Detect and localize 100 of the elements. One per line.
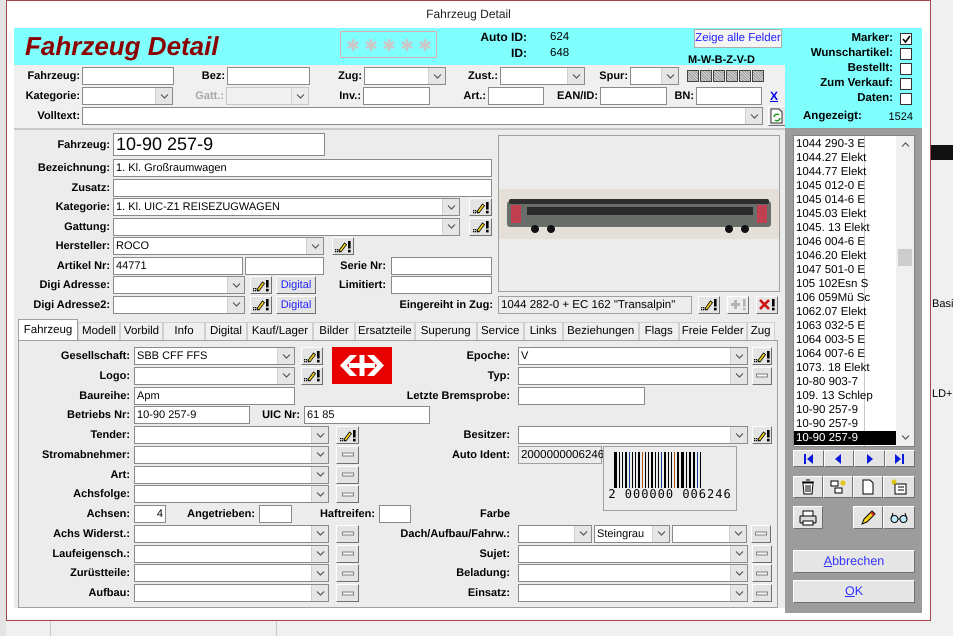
checkbox[interactable] (900, 92, 912, 104)
dropdown[interactable] (518, 584, 748, 602)
list-item[interactable]: 10-90 257-9 (794, 417, 896, 431)
dropdown[interactable] (672, 524, 747, 543)
dropdown[interactable] (134, 366, 295, 385)
tab[interactable]: Digital (205, 322, 247, 340)
list-item[interactable]: 106 059Mü Sc (794, 291, 896, 305)
list-item[interactable]: 10-90 257-9 (794, 431, 896, 445)
list-item[interactable]: 1045.03 Elekt (794, 207, 896, 221)
list-item[interactable]: 10-90 257-9 (794, 403, 896, 417)
filter-checkbox[interactable] (739, 70, 751, 82)
dropdown[interactable]: SBB CFF FFS (134, 347, 295, 365)
checkbox[interactable] (900, 32, 912, 44)
action-button[interactable]: Digital (276, 296, 316, 314)
small-button[interactable] (336, 485, 359, 504)
text-field[interactable] (379, 505, 411, 523)
edit-button[interactable] (336, 426, 359, 444)
tab[interactable]: Fahrzeug (18, 319, 78, 340)
small-button[interactable] (336, 466, 359, 484)
dialog-button[interactable]: OK (793, 580, 915, 603)
text-field[interactable]: 44771 (113, 256, 243, 274)
edit-button[interactable] (698, 296, 720, 314)
text-field[interactable] (82, 67, 174, 85)
list-item[interactable]: 1044.27 Elekt (794, 151, 896, 165)
filter-checkbox[interactable] (700, 70, 712, 82)
dropdown[interactable] (134, 584, 329, 602)
dropdown[interactable] (500, 67, 585, 85)
edit-button[interactable] (752, 426, 772, 444)
filter-checkbox[interactable] (752, 70, 764, 82)
action-button[interactable]: Digital (276, 276, 316, 294)
dropdown[interactable] (134, 564, 329, 582)
text-field[interactable]: 10-90 257-9 (134, 406, 250, 424)
text-field[interactable]: 10-90 257-9 (113, 133, 325, 156)
filter-checkbox[interactable] (687, 70, 699, 82)
filter-checkbox[interactable] (726, 70, 738, 82)
text-field[interactable] (488, 87, 544, 105)
tab[interactable]: Bilder (313, 322, 355, 340)
last-record-button[interactable] (884, 450, 915, 467)
text-field[interactable] (518, 386, 645, 404)
duplicate-button[interactable] (823, 476, 853, 498)
tab[interactable]: Info (163, 322, 205, 340)
text-field[interactable]: 61 85 (304, 406, 430, 424)
text-field[interactable] (245, 256, 324, 274)
dropdown[interactable] (134, 485, 329, 504)
dropdown[interactable] (113, 276, 245, 294)
new-record-button[interactable] (853, 476, 883, 498)
dropdown[interactable] (518, 544, 748, 562)
edit-button[interactable] (752, 347, 772, 365)
tab[interactable]: Vorbild (120, 322, 163, 340)
print-button[interactable] (793, 506, 823, 529)
text-field[interactable]: 4 (134, 505, 166, 523)
small-button[interactable] (336, 446, 359, 464)
tab[interactable]: Service (476, 322, 524, 340)
checkbox[interactable] (900, 78, 912, 90)
tab[interactable]: Zug (746, 322, 775, 340)
edit-button[interactable] (853, 506, 883, 529)
small-button[interactable] (752, 564, 772, 582)
first-record-button[interactable] (793, 450, 824, 467)
small-button[interactable] (336, 564, 359, 582)
text-field[interactable] (696, 87, 762, 105)
edit-button[interactable] (301, 366, 323, 385)
small-button[interactable] (752, 366, 772, 385)
filter-checkbox[interactable] (713, 70, 725, 82)
list-item[interactable]: 1046.20 Elekt (794, 249, 896, 263)
edit-button[interactable] (469, 198, 492, 216)
list-item[interactable]: 1062.07 Elekt (794, 305, 896, 319)
list-item[interactable]: 10-80 903-7 (794, 375, 896, 389)
dropdown[interactable]: V (518, 347, 748, 365)
text-field[interactable] (259, 505, 292, 523)
text-field[interactable]: Apm (134, 386, 295, 404)
dropdown[interactable] (364, 67, 446, 85)
text-field[interactable]: 1. Kl. Großraumwagen (113, 159, 492, 177)
dialog-button[interactable]: Abbrechen (793, 550, 915, 573)
refresh-button[interactable] (768, 106, 786, 126)
list-item[interactable]: 1046 004-6 E (794, 235, 896, 249)
scrollbar[interactable] (896, 136, 914, 446)
list-item[interactable]: 1045 014-6 E (794, 193, 896, 207)
list-item[interactable]: 1045 012-0 E (794, 179, 896, 193)
star-rating[interactable] (340, 31, 437, 58)
checkbox[interactable] (900, 62, 912, 74)
dropdown[interactable] (134, 446, 329, 464)
list-item[interactable]: 1044.77 Elekt (794, 165, 896, 179)
list-item[interactable]: 1064 003-5 E (794, 333, 896, 347)
tab[interactable]: Freie Felder (678, 322, 747, 340)
small-button[interactable] (752, 584, 772, 602)
scrollbar-thumb[interactable] (898, 249, 912, 266)
dropdown[interactable] (518, 524, 592, 543)
text-field[interactable] (113, 178, 492, 196)
dropdown[interactable] (134, 524, 329, 543)
small-button[interactable] (336, 544, 359, 562)
list-item[interactable]: 1044 290-3 E (794, 137, 896, 151)
edit-button[interactable] (301, 347, 323, 365)
checkbox[interactable] (900, 48, 912, 60)
text-field[interactable] (600, 87, 667, 105)
new-form-button[interactable] (883, 476, 915, 498)
edit-button[interactable] (469, 218, 492, 236)
previous-record-button[interactable] (824, 450, 854, 467)
text-field[interactable] (227, 67, 310, 85)
small-button[interactable] (751, 524, 771, 543)
dropdown[interactable] (134, 466, 329, 484)
